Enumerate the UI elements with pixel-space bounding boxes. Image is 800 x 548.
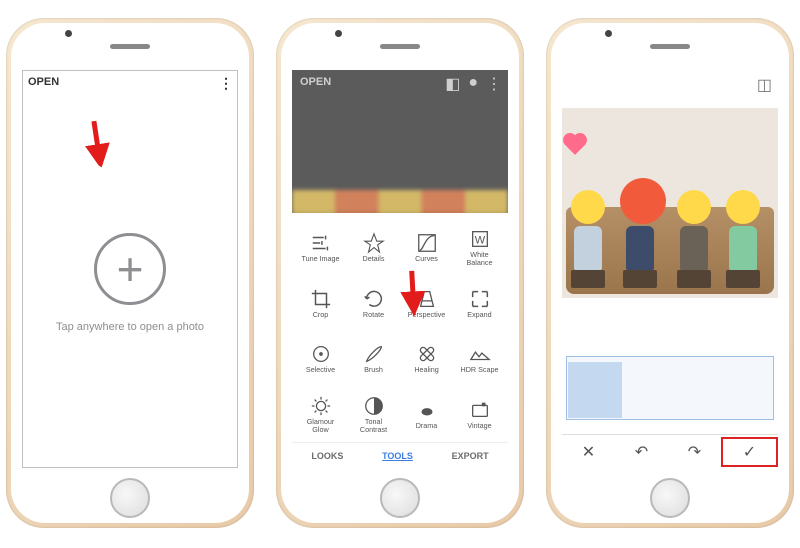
person-2 xyxy=(620,178,659,288)
person-1 xyxy=(568,190,607,288)
bezel xyxy=(276,32,524,62)
bottom-tabs: LOOKS TOOLS EXPORT xyxy=(292,442,508,468)
brush-icon xyxy=(363,343,385,365)
tool-healing[interactable]: Healing xyxy=(400,331,453,387)
person-4 xyxy=(724,190,763,288)
home-button[interactable] xyxy=(380,478,420,518)
close-icon: ✕ xyxy=(582,442,595,462)
info-icon[interactable]: ● xyxy=(468,74,478,94)
tab-export[interactable]: EXPORT xyxy=(452,451,489,461)
selective-icon xyxy=(310,343,332,365)
drama-icon xyxy=(416,399,438,421)
emoji-grin xyxy=(726,190,760,224)
tool-crop[interactable]: Crop xyxy=(294,275,347,331)
tools-panel: Tune Image Details Curves WWhite Balance… xyxy=(292,213,508,468)
person-3 xyxy=(674,190,713,288)
details-icon xyxy=(363,232,385,254)
phone-frame: OPEN ◧ ● ⋮ Tune Image Details Curves WWh… xyxy=(276,18,524,528)
screen-3-healing: ◫ ✕ ↶ ↷ ✓ xyxy=(562,70,778,468)
tool-glamour-glow[interactable]: Glamour Glow xyxy=(294,386,347,442)
tool-drama[interactable]: Drama xyxy=(400,386,453,442)
tab-tools[interactable]: TOOLS xyxy=(382,451,413,461)
home-button[interactable] xyxy=(110,478,150,518)
tool-tonal-contrast[interactable]: Tonal Contrast xyxy=(347,386,400,442)
glow-icon xyxy=(310,395,332,417)
speaker xyxy=(380,44,420,49)
tool-vintage[interactable]: Vintage xyxy=(453,386,506,442)
camera xyxy=(65,30,72,37)
vintage-icon xyxy=(469,399,491,421)
crop-icon xyxy=(310,288,332,310)
white-balance-icon: W xyxy=(469,228,491,250)
bezel xyxy=(546,32,794,62)
tool-selective[interactable]: Selective xyxy=(294,331,347,387)
tool-white-balance[interactable]: WWhite Balance xyxy=(453,219,506,275)
top-icons: ◧ ● ⋮ xyxy=(445,74,502,94)
screen-1-open: OPEN ⋮ + Tap anywhere to open a photo xyxy=(22,70,238,468)
add-photo-button[interactable]: + xyxy=(94,233,166,305)
camera xyxy=(335,30,342,37)
speaker xyxy=(110,44,150,49)
undo-icon: ↶ xyxy=(635,442,648,462)
svg-text:W: W xyxy=(474,235,485,247)
open-button[interactable]: OPEN xyxy=(28,76,59,90)
close-button[interactable]: ✕ xyxy=(562,442,615,462)
undo-button[interactable]: ↶ xyxy=(615,442,668,462)
emoji-smile xyxy=(677,190,711,224)
tools-grid: Tune Image Details Curves WWhite Balance… xyxy=(292,213,508,442)
emoji-kiss xyxy=(571,190,605,224)
rotate-icon xyxy=(363,288,385,310)
open-hint: Tap anywhere to open a photo xyxy=(22,321,238,333)
plus-icon: + xyxy=(117,242,144,296)
healing-toolbar: ✕ ↶ ↷ ✓ xyxy=(562,434,778,468)
photo-canvas[interactable] xyxy=(562,108,778,298)
tool-details[interactable]: Details xyxy=(347,219,400,275)
emoji-heart-eyes xyxy=(620,178,666,224)
screen-2-tools: OPEN ◧ ● ⋮ Tune Image Details Curves WWh… xyxy=(292,70,508,468)
phone-frame: OPEN ⋮ + Tap anywhere to open a photo xyxy=(6,18,254,528)
apply-button[interactable]: ✓ xyxy=(721,437,778,467)
tool-brush[interactable]: Brush xyxy=(347,331,400,387)
more-icon[interactable]: ⋮ xyxy=(219,76,232,90)
bezel xyxy=(6,32,254,62)
redo-button[interactable]: ↷ xyxy=(668,442,721,462)
open-button[interactable]: OPEN xyxy=(300,76,331,88)
redo-icon: ↷ xyxy=(688,442,701,462)
contrast-icon xyxy=(363,395,385,417)
hdr-icon xyxy=(469,343,491,365)
layers-icon[interactable]: ◧ xyxy=(445,74,460,94)
compare-icon[interactable]: ◫ xyxy=(757,75,772,95)
home-button[interactable] xyxy=(650,478,690,518)
camera xyxy=(605,30,612,37)
sliders-icon xyxy=(310,232,332,254)
healing-icon xyxy=(416,343,438,365)
tab-looks[interactable]: LOOKS xyxy=(311,451,343,461)
curves-icon xyxy=(416,232,438,254)
expand-icon xyxy=(469,288,491,310)
tool-rotate[interactable]: Rotate xyxy=(347,275,400,331)
tool-tune-image[interactable]: Tune Image xyxy=(294,219,347,275)
speaker xyxy=(650,44,690,49)
navigator-thumb[interactable] xyxy=(568,362,622,418)
tool-hdr-scape[interactable]: HDR Scape xyxy=(453,331,506,387)
phone-frame: ◫ ✕ ↶ ↷ ✓ xyxy=(546,18,794,528)
check-icon: ✓ xyxy=(743,442,756,462)
tool-expand[interactable]: Expand xyxy=(453,275,506,331)
